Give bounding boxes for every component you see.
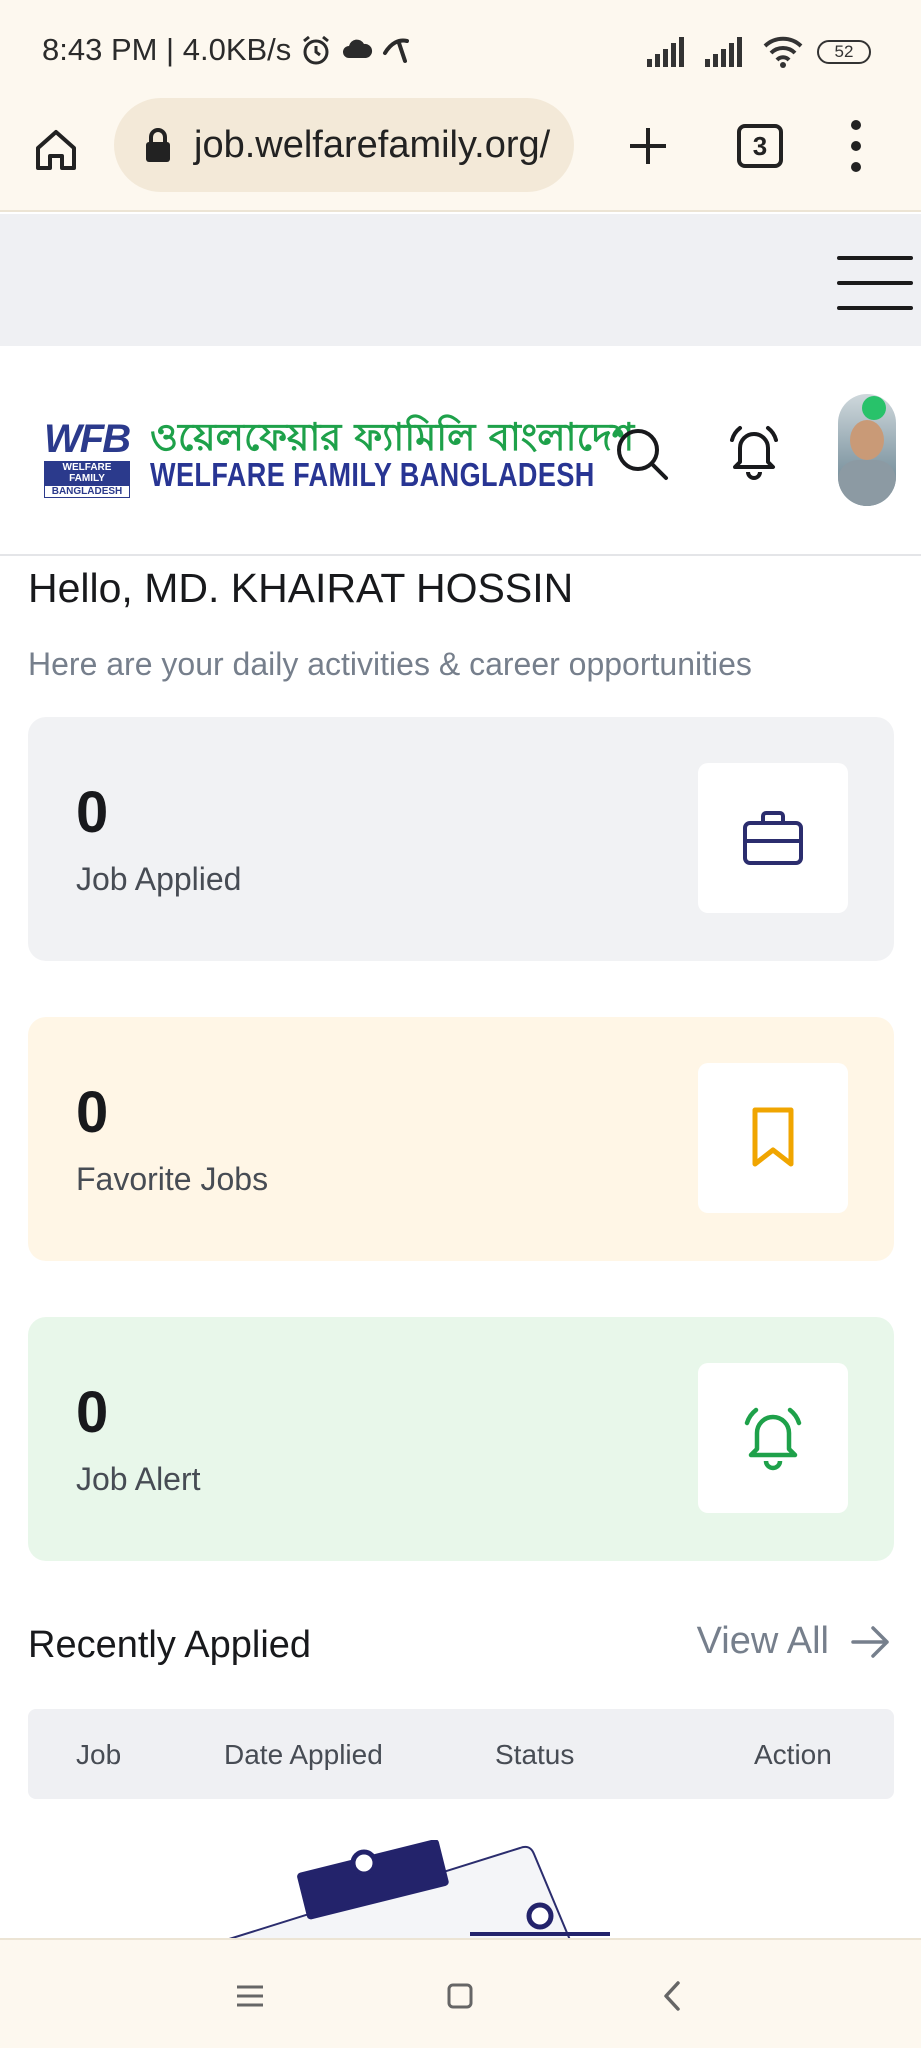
battery-indicator: 52 xyxy=(817,40,871,64)
url-bar[interactable]: job.welfarefamily.org/ xyxy=(114,98,574,192)
online-status-dot xyxy=(862,396,886,420)
carrier-icon xyxy=(383,38,410,63)
wifi-icon xyxy=(763,36,803,68)
stat-icon-box xyxy=(698,1363,848,1513)
signal-icon xyxy=(647,37,684,67)
url-text: job.welfarefamily.org/ xyxy=(194,123,551,166)
stat-card-job-alert[interactable]: 0 Job Alert xyxy=(28,1317,894,1561)
status-left: 8:43 PM | 4.0KB/s xyxy=(42,32,413,68)
stat-count: 0 xyxy=(76,1080,109,1145)
logo-text: ওয়েলফেয়ার ফ্যামিলি বাংলাদেশ WELFARE FA… xyxy=(150,416,692,492)
more-menu-button[interactable] xyxy=(836,116,876,176)
status-time: 8:43 PM | 4.0KB/s xyxy=(42,32,292,67)
briefcase-icon xyxy=(743,811,803,865)
logo-english: WELFARE FAMILY BANGLADESH xyxy=(150,456,595,493)
status-right: 52 xyxy=(647,36,871,68)
search-button[interactable] xyxy=(614,426,670,482)
stat-icon-box xyxy=(698,763,848,913)
stat-card-favorite-jobs[interactable]: 0 Favorite Jobs xyxy=(28,1017,894,1261)
back-nav-button[interactable] xyxy=(650,1974,694,2018)
logo-bengali: ওয়েলফেয়ার ফ্যামিলি বাংলাদেশ xyxy=(150,415,635,459)
arrow-right-icon xyxy=(851,1625,889,1658)
view-all-label: View All xyxy=(696,1620,829,1662)
bookmark-icon xyxy=(752,1107,794,1167)
menu-icon xyxy=(237,1985,263,2007)
greeting-subtitle: Here are your daily activities & career … xyxy=(28,646,752,682)
dot-icon xyxy=(851,141,861,151)
dot-icon xyxy=(851,162,861,172)
cloud-icon xyxy=(343,39,373,58)
greeting-heading: Hello, MD. KHAIRAT HOSSIN xyxy=(28,565,574,611)
status-bar: 8:43 PM | 4.0KB/s 52 xyxy=(0,0,921,92)
column-header-action: Action xyxy=(754,1739,832,1770)
site-header: WFB WELFARE FAMILY BANGLADESH ওয়েলফেয়া… xyxy=(0,346,921,556)
logo-mark: WFB WELFARE FAMILY BANGLADESH xyxy=(44,417,131,498)
hamburger-menu-button[interactable] xyxy=(837,256,913,310)
empty-state-illustration xyxy=(210,1840,630,1940)
stat-label: Job Alert xyxy=(76,1461,201,1497)
column-header-job: Job xyxy=(76,1739,122,1770)
tab-switcher-button[interactable]: 3 xyxy=(737,124,783,168)
dot-icon xyxy=(851,120,861,130)
column-header-date-applied: Date Applied xyxy=(224,1739,383,1770)
lock-icon xyxy=(146,128,170,162)
site-top-strip xyxy=(0,214,921,346)
home-icon xyxy=(36,130,76,170)
bell-icon xyxy=(744,1407,802,1471)
home-nav-button[interactable] xyxy=(438,1974,482,2018)
signal-icon xyxy=(705,37,742,67)
applied-table-header: Job Date Applied Status Action xyxy=(28,1709,894,1799)
column-header-status: Status xyxy=(495,1739,575,1770)
home-button[interactable] xyxy=(28,122,84,178)
system-nav-bar xyxy=(0,1938,921,2048)
bell-icon xyxy=(730,426,778,480)
chevron-left-icon xyxy=(664,1981,680,2011)
view-all-link[interactable]: View All xyxy=(697,1620,891,1663)
stat-card-job-applied[interactable]: 0 Job Applied xyxy=(28,717,894,961)
search-icon xyxy=(617,429,668,480)
alarm-icon xyxy=(303,35,330,65)
recently-applied-heading: Recently Applied xyxy=(28,1624,312,1666)
stat-count: 0 xyxy=(76,780,109,845)
notifications-button[interactable] xyxy=(726,422,782,482)
stat-label: Favorite Jobs xyxy=(76,1161,269,1197)
browser-toolbar: job.welfarefamily.org/ 3 xyxy=(0,92,921,212)
site-logo[interactable]: WFB WELFARE FAMILY BANGLADESH ওয়েলফেয়া… xyxy=(44,416,692,498)
stat-icon-box xyxy=(698,1063,848,1213)
new-tab-button[interactable] xyxy=(620,118,676,174)
stat-label: Job Applied xyxy=(76,861,242,897)
recent-apps-button[interactable] xyxy=(228,1974,272,2018)
stat-count: 0 xyxy=(76,1380,109,1445)
plus-icon xyxy=(630,128,666,164)
square-icon xyxy=(447,1983,473,2009)
